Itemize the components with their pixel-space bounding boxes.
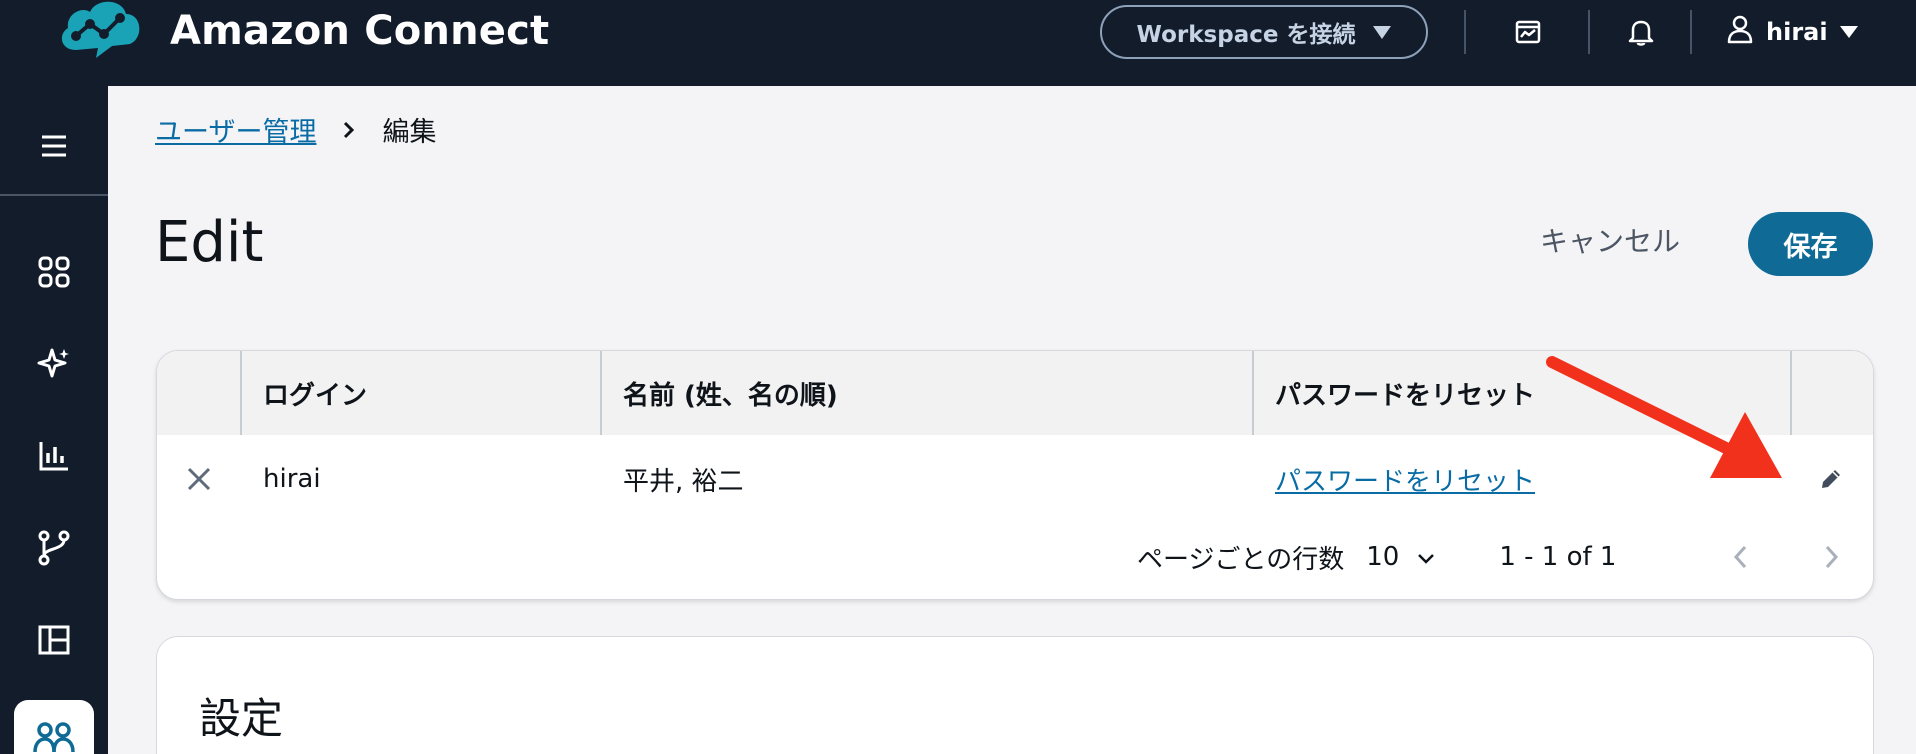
breadcrumb-user-management-link[interactable]: ユーザー管理 xyxy=(155,110,316,149)
cell-login: hirai xyxy=(263,464,321,494)
annotation-arrow-icon xyxy=(1546,356,1782,478)
page-title: Edit xyxy=(155,210,264,275)
hamburger-menu-icon[interactable] xyxy=(34,126,74,166)
caret-down-icon xyxy=(1839,26,1858,38)
rows-per-page-value: 10 xyxy=(1366,542,1400,572)
rows-per-page-label: ページごとの行数 xyxy=(1137,544,1345,575)
pagination: ページごとの行数 10 1 - 1 of 1 xyxy=(1137,531,1616,583)
user-menu-button[interactable]: hirai xyxy=(1726,10,1858,54)
remove-row-icon[interactable] xyxy=(183,463,215,495)
analytics-bar-icon[interactable] xyxy=(32,434,76,478)
top-bar: Amazon Connect Workspace を接続 hirai xyxy=(0,0,1916,86)
dashboard-grid-icon[interactable] xyxy=(32,250,76,294)
reset-password-link-label: パスワードをリセット xyxy=(1275,466,1536,497)
nav-item-users-active[interactable] xyxy=(14,700,94,754)
breadcrumb: ユーザー管理 編集 xyxy=(155,110,436,149)
bell-icon[interactable] xyxy=(1621,12,1661,52)
left-nav xyxy=(0,86,108,754)
sparkle-icon[interactable] xyxy=(32,342,76,386)
settings-card: 設定 xyxy=(156,636,1874,754)
divider xyxy=(1690,10,1692,54)
user-name: hirai xyxy=(1766,18,1828,46)
chevron-right-icon xyxy=(334,120,364,140)
previous-page-icon[interactable] xyxy=(1727,543,1755,571)
save-button[interactable]: 保存 xyxy=(1748,212,1873,276)
pencil-edit-icon[interactable] xyxy=(1815,463,1847,495)
routing-flow-icon[interactable] xyxy=(32,526,76,570)
cancel-button[interactable]: キャンセル xyxy=(1540,220,1680,260)
settings-title: 設定 xyxy=(199,694,284,743)
chart-icon[interactable] xyxy=(1508,12,1548,52)
chevron-down-icon xyxy=(1417,542,1435,572)
column-header-name: 名前 (姓、名の順) xyxy=(623,380,838,411)
users-icon xyxy=(32,720,76,754)
reset-password-link[interactable]: パスワードをリセット xyxy=(1253,435,1535,523)
app-title: Amazon Connect xyxy=(170,8,550,54)
divider xyxy=(1464,10,1466,54)
rows-per-page-select[interactable]: 10 xyxy=(1366,542,1435,572)
user-icon xyxy=(1726,14,1754,50)
page-range: 1 - 1 of 1 xyxy=(1499,542,1617,572)
layout-panel-icon[interactable] xyxy=(32,618,76,662)
column-header-login: ログイン xyxy=(263,380,368,411)
caret-down-icon xyxy=(1373,25,1392,39)
nav-divider xyxy=(0,194,108,196)
divider xyxy=(1588,10,1590,54)
cell-name: 平井, 裕二 xyxy=(623,466,744,497)
next-page-icon[interactable] xyxy=(1817,543,1845,571)
connect-workspace-label: Workspace を接続 xyxy=(1136,22,1356,48)
amazon-connect-logo-icon[interactable] xyxy=(56,0,146,70)
connect-workspace-button[interactable]: Workspace を接続 xyxy=(1100,5,1428,59)
breadcrumb-current: 編集 xyxy=(382,117,437,148)
